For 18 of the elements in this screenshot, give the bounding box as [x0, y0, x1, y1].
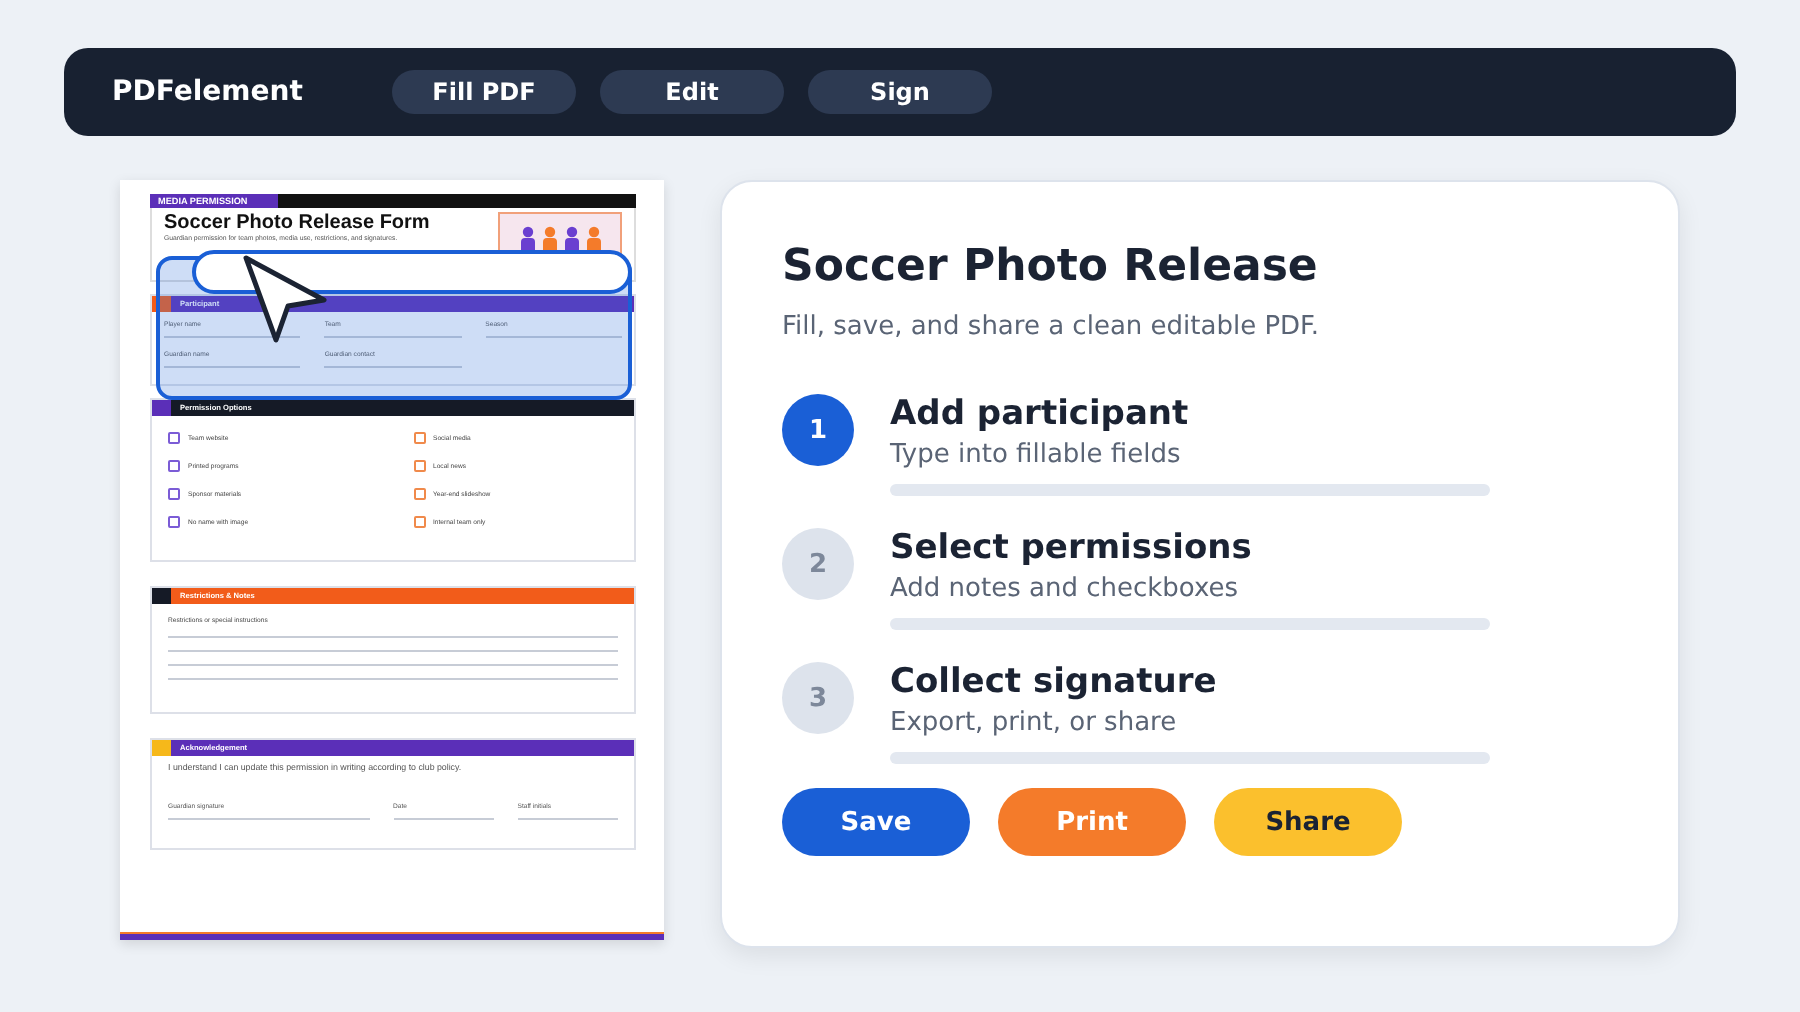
step-description: Add notes and checkboxes — [890, 574, 1241, 604]
step-number: 3 — [782, 662, 854, 734]
step-title: Select permissions — [890, 528, 1254, 568]
app-name: PDFelement — [112, 76, 305, 108]
action-button[interactable]: Share — [1214, 788, 1402, 856]
nav-button[interactable]: Sign — [808, 70, 992, 114]
nav-button[interactable]: Edit — [600, 70, 784, 114]
step-description: Export, print, or share — [890, 708, 1179, 738]
step-number: 1 — [782, 394, 854, 466]
action-button[interactable]: Save — [782, 788, 970, 856]
form-title: Soccer Photo Release Form — [164, 212, 430, 234]
card-subtitle: Fill, save, and share a clean editable PDF. — [782, 312, 1322, 342]
step-title: Collect signature — [890, 662, 1219, 702]
nav-button[interactable]: Fill PDF — [392, 70, 576, 114]
step-number: 2 — [782, 528, 854, 600]
step-title: Add participant — [890, 394, 1191, 434]
step-description: Type into fillable fields — [890, 440, 1183, 470]
card-title: Soccer Photo Release — [782, 242, 1320, 292]
